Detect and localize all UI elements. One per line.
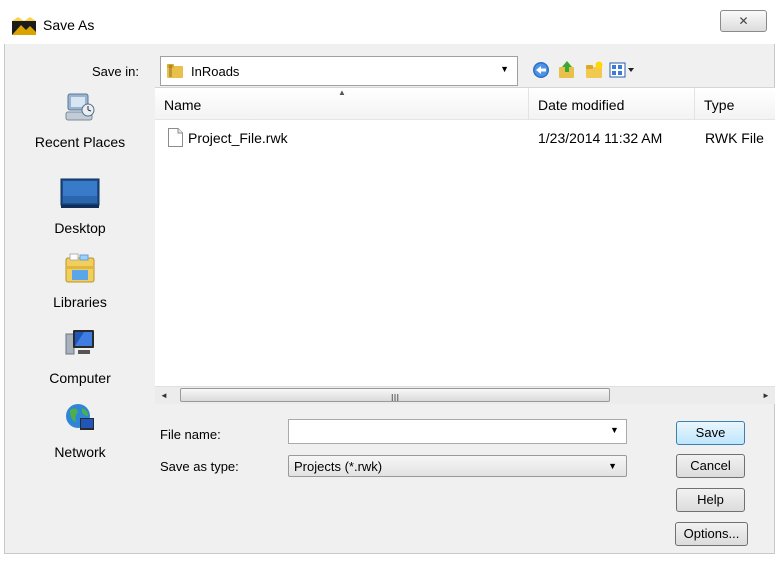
place-label: Desktop [54,220,106,236]
file-date-cell: 1/23/2014 11:32 AM [538,130,663,146]
save-as-type-value: Projects (*.rwk) [294,459,383,474]
column-header-type[interactable]: Type [695,88,775,120]
place-recent-places[interactable]: Recent Places [8,92,152,164]
desktop-icon [60,178,100,208]
column-header-label: Name [164,97,202,113]
place-libraries[interactable]: Libraries [8,252,152,324]
recent-places-icon [65,93,95,121]
up-folder-icon[interactable] [557,60,577,80]
close-icon: ✕ [738,14,749,28]
file-name-input[interactable] [288,419,627,444]
file-list[interactable]: Name ▲ Date modified Type Project_File.r… [155,87,775,390]
back-icon[interactable] [531,60,551,80]
close-button[interactable]: ✕ [720,10,767,32]
scroll-left-icon[interactable]: ◄ [155,387,173,404]
cancel-button[interactable]: Cancel [676,454,745,478]
place-desktop[interactable]: Desktop [8,178,152,250]
scroll-right-icon[interactable]: ► [757,387,775,404]
folder-icon [167,64,183,78]
place-network[interactable]: Network [8,402,152,474]
views-menu-icon[interactable] [609,60,635,80]
file-name-cell: Project_File.rwk [188,130,288,146]
network-icon [66,404,94,430]
place-label: Libraries [53,294,107,310]
column-header-name[interactable]: Name ▲ [155,88,529,120]
file-name-label: File name: [160,427,221,442]
chevron-down-icon: ▼ [500,64,509,74]
column-header-label: Date modified [538,97,625,113]
save-in-value: InRoads [191,64,240,79]
title-bar[interactable]: Save As ✕ [0,0,779,44]
help-button[interactable]: Help [676,488,745,512]
save-in-label: Save in: [92,64,139,79]
places-bar: Recent Places Desktop Libraries Computer… [8,92,152,552]
app-icon [12,17,36,35]
column-header-date-modified[interactable]: Date modified [529,88,695,120]
computer-icon [65,330,94,355]
place-label: Network [54,444,106,460]
save-as-dialog: Save As ✕ Save in: InRoads ▼ Recent Plac… [0,0,779,561]
options-button[interactable]: Options... [675,522,748,546]
file-row[interactable]: Project_File.rwk 1/23/2014 11:32 AM RWK … [155,128,775,150]
save-as-type-label: Save as type: [160,459,239,474]
grip-icon: III [390,393,400,404]
save-button[interactable]: Save [676,421,745,445]
window-title: Save As [43,17,95,33]
place-label: Recent Places [34,134,126,150]
horizontal-scrollbar[interactable]: ◄ III ► [155,386,775,404]
place-computer[interactable]: Computer [8,328,152,400]
sort-ascending-icon: ▲ [338,88,346,97]
chevron-down-icon: ▼ [608,461,617,471]
column-header-label: Type [704,97,735,113]
libraries-icon [65,253,95,283]
save-as-type-dropdown[interactable]: Projects (*.rwk) ▼ [288,455,627,477]
file-icon [168,128,183,147]
new-folder-icon[interactable] [584,60,604,80]
file-type-cell: RWK File [705,130,764,146]
place-label: Computer [49,370,111,386]
save-in-dropdown[interactable]: InRoads ▼ [160,56,518,86]
scrollbar-thumb[interactable]: III [180,388,610,404]
